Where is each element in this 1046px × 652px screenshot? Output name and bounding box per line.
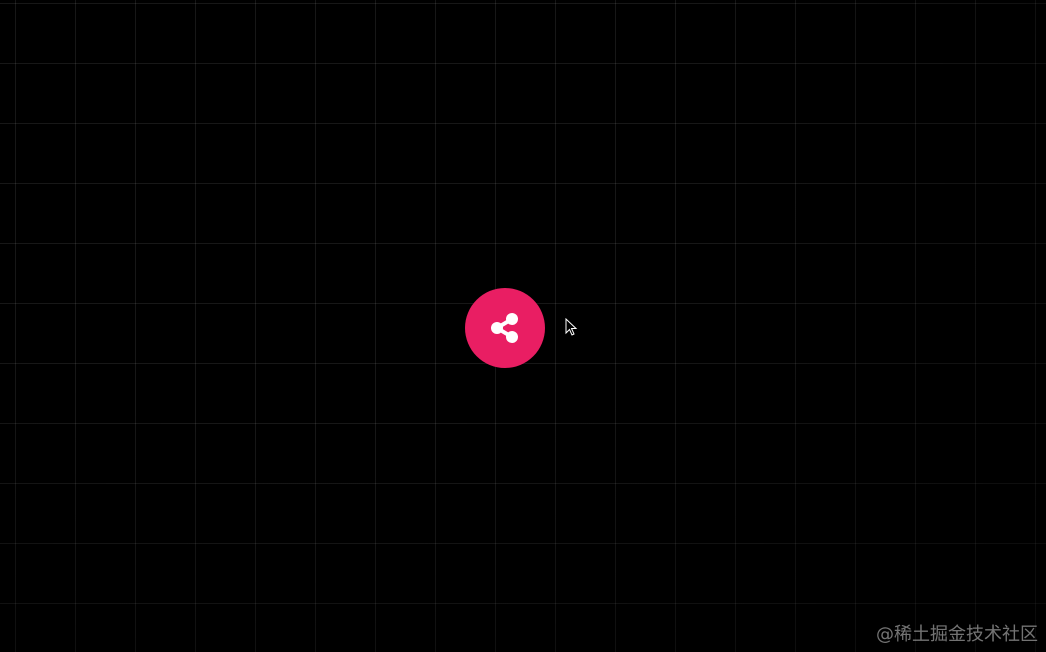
- canvas-grid-background: @稀土掘金技术社区: [0, 0, 1046, 652]
- watermark-text: @稀土掘金技术社区: [876, 624, 1038, 645]
- share-button[interactable]: [465, 288, 545, 368]
- share-icon: [485, 308, 525, 348]
- pointer-cursor-icon: [565, 317, 579, 338]
